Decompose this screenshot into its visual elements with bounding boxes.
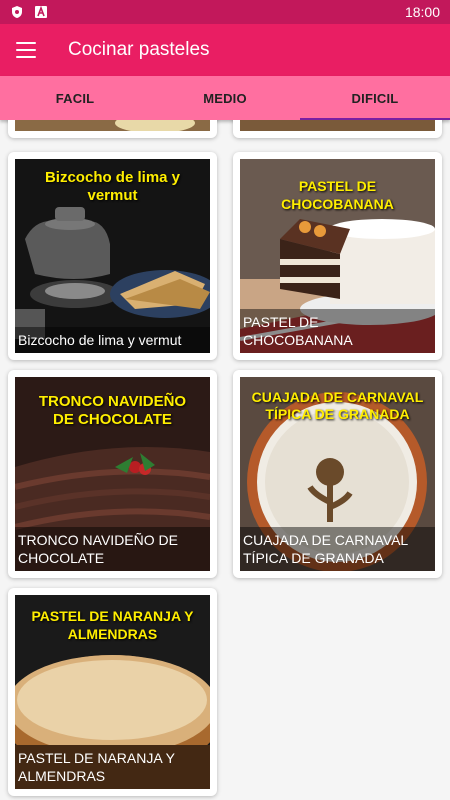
- recipe-card-partial[interactable]: [8, 120, 217, 138]
- app-notification-icon: [34, 5, 48, 19]
- shield-notification-icon: [10, 5, 24, 19]
- app-bar: Cocinar pasteles: [0, 24, 450, 76]
- status-bar: 18:00: [0, 0, 450, 24]
- recipe-headline: PASTEL DE CHOCOBANANA: [281, 178, 394, 212]
- status-icons: [10, 5, 48, 19]
- recipe-card[interactable]: PASTEL DE NARANJA Y ALMENDRAS PASTEL DE …: [8, 588, 217, 796]
- recipe-headline: CUAJADA DE CARNAVAL TÍPICA DE GRANADA: [251, 389, 424, 422]
- recipe-headline: Bizcocho de lima y vermut: [44, 169, 181, 204]
- recipe-card[interactable]: PASTEL DE CHOCOBANANA PASTEL DE CHOCOBAN…: [233, 152, 442, 360]
- recipe-title: PASTEL DE CHOCOBANANA: [240, 309, 435, 353]
- recipe-title: CUAJADA DE CARNAVAL TÍPICA DE GRANADA: [240, 527, 435, 571]
- tab-bar: FACIL MEDIO DIFICIL: [0, 76, 450, 120]
- recipe-title: TRONCO NAVIDEÑO DE CHOCOLATE: [15, 527, 210, 571]
- recipe-title: Bizcocho de lima y vermut: [15, 327, 210, 353]
- recipe-card-partial[interactable]: [233, 120, 442, 138]
- tab-dificil[interactable]: DIFICIL: [300, 76, 450, 120]
- status-time: 18:00: [404, 4, 440, 20]
- recipe-headline: TRONCO NAVIDEÑO DE CHOCOLATE: [38, 393, 187, 428]
- recipe-title: PASTEL DE NARANJA Y ALMENDRAS: [15, 745, 210, 789]
- recipe-card[interactable]: TRONCO NAVIDEÑO DE CHOCOLATE TRONCO NAVI…: [8, 370, 217, 578]
- recipe-headline: PASTEL DE NARANJA Y ALMENDRAS: [31, 608, 194, 642]
- recipe-card[interactable]: Bizcocho de lima y vermut Bizcocho de li…: [8, 152, 217, 360]
- recipe-card[interactable]: CUAJADA DE CARNAVAL TÍPICA DE GRANADA CU…: [233, 370, 442, 578]
- hamburger-menu-icon[interactable]: [16, 42, 36, 58]
- tab-medio[interactable]: MEDIO: [150, 76, 300, 120]
- app-title: Cocinar pasteles: [68, 39, 210, 60]
- tab-facil[interactable]: FACIL: [0, 76, 150, 120]
- recipe-grid[interactable]: Bizcocho de lima y vermut Bizcocho de li…: [0, 120, 450, 800]
